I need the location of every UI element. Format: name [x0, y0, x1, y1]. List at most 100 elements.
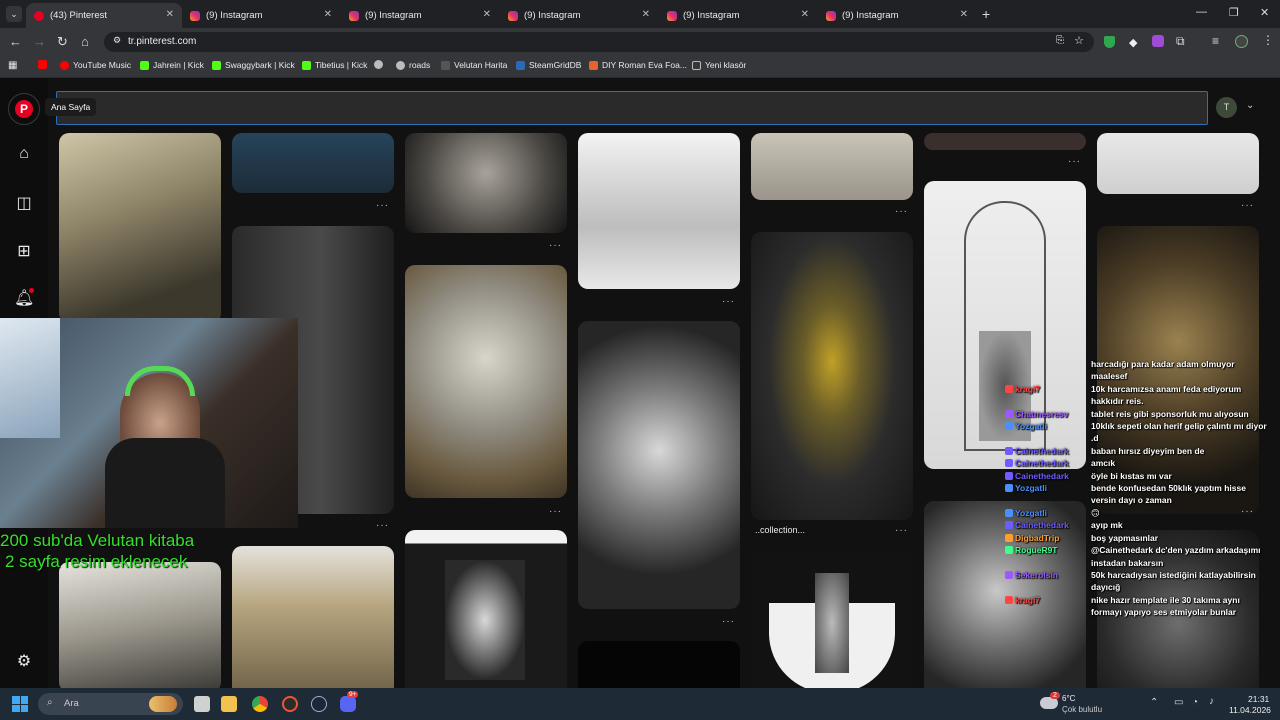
bookmark-youtube-music[interactable]: YouTube Music	[60, 60, 131, 70]
volume-icon[interactable]: ♪	[1209, 696, 1214, 707]
pin-more-icon[interactable]: ···	[722, 296, 735, 307]
pin-more-icon[interactable]: ···	[1241, 200, 1254, 211]
wifi-icon[interactable]: ◔	[1192, 697, 1198, 708]
bookmark-tibetius-kick[interactable]: Tibetius | Kick	[302, 60, 367, 70]
pin-more-icon[interactable]: ···	[895, 525, 908, 536]
pin-dark-top-6[interactable]	[924, 133, 1086, 150]
close-icon[interactable]: ✕	[642, 9, 650, 20]
pin-more-icon[interactable]: ···	[376, 200, 389, 211]
bookmark-youtube-icon[interactable]	[38, 60, 47, 69]
settings-gear-icon[interactable]: ⚙	[14, 651, 34, 671]
adblock-shield-icon[interactable]	[1104, 36, 1115, 48]
app-icon[interactable]	[282, 696, 298, 712]
pin-skeleton-statue[interactable]	[59, 133, 221, 323]
url-input[interactable]: ⚙ tr.pinterest.com ⎘ ☆	[104, 32, 1094, 52]
install-app-icon[interactable]: ⎘	[1056, 35, 1064, 46]
user-avatar[interactable]: T	[1216, 97, 1237, 118]
new-tab-icon[interactable]: +	[982, 6, 990, 22]
explore-icon[interactable]: ◫	[14, 193, 34, 213]
tab-pinterest[interactable]: (43) Pinterest ✕	[26, 3, 182, 28]
chat-username: Sekerolsin	[1005, 569, 1058, 581]
chat-badge-icon	[1005, 595, 1013, 604]
close-icon[interactable]: ✕	[801, 9, 809, 20]
monitor-icon[interactable]: ▭	[1174, 697, 1183, 708]
create-pin-icon[interactable]: ⊞	[14, 241, 34, 261]
discord-icon[interactable]	[340, 696, 356, 712]
minimize-icon[interactable]: —	[1196, 6, 1207, 18]
pin-more-icon[interactable]: ···	[549, 240, 562, 251]
bookmark-diy-roman[interactable]: DIY Roman Eva Foa...	[589, 60, 687, 70]
bookmark-velutan-harita[interactable]: Velutan Harita	[441, 60, 507, 70]
clock-date[interactable]: 11.04.2026	[1229, 705, 1271, 715]
close-icon[interactable]: ✕	[960, 9, 968, 20]
forward-arrow-icon[interactable]: →	[33, 34, 46, 49]
pin-skull-helmet-drawing[interactable]	[59, 562, 221, 688]
account-chevron-down-icon[interactable]: ⌄	[1246, 100, 1254, 111]
pin-more-icon[interactable]: ···	[376, 520, 389, 531]
maximize-icon[interactable]: ❐	[1229, 6, 1239, 19]
pin-more-icon[interactable]: ···	[549, 506, 562, 517]
clock-time[interactable]: 21:31	[1248, 694, 1269, 704]
taskbar-search-input[interactable]: ⌕ Ara	[38, 693, 183, 715]
close-icon[interactable]: ✕	[166, 9, 174, 20]
chevron-up-icon[interactable]: ⌃	[1150, 697, 1158, 708]
pin-hooded-skull[interactable]	[751, 232, 913, 520]
site-info-icon[interactable]: ⚙	[113, 35, 121, 46]
steam-icon[interactable]	[311, 696, 327, 712]
task-view-icon[interactable]	[194, 696, 210, 712]
pin-knight-sketch[interactable]	[578, 133, 740, 289]
pin-crowned-king[interactable]	[578, 321, 740, 609]
tab-search-button[interactable]: ⌄	[6, 6, 22, 22]
bookmark-jahrein-kick[interactable]: Jahrein | Kick	[140, 60, 204, 70]
bookmark-steamgriddb[interactable]: SteamGridDB	[516, 60, 581, 70]
bookmark-folder-yeni-klasor[interactable]: Yeni klasör	[692, 60, 746, 70]
profile-avatar-icon[interactable]	[1235, 35, 1248, 48]
bookmark-globe[interactable]	[374, 60, 383, 69]
pin-gauntlet-emblem[interactable]	[751, 553, 913, 688]
search-input[interactable]: a	[56, 91, 1208, 125]
extension-purple-icon[interactable]	[1152, 35, 1164, 47]
tab-instagram[interactable]: (9) Instagram ✕	[182, 3, 340, 28]
pin-more-icon[interactable]: ···	[722, 616, 735, 627]
notifications-bell-icon[interactable]: 🔔︎	[14, 288, 34, 308]
stream-chat-overlay: harcadığı para kadar adam olmuyor maalese…	[1005, 358, 1280, 619]
pin-knight-woodcut[interactable]	[405, 530, 567, 688]
extensions-puzzle-icon[interactable]: ⧉	[1176, 34, 1185, 49]
back-arrow-icon[interactable]: ←	[9, 34, 22, 49]
wall-painting	[0, 318, 60, 438]
home-icon[interactable]: ⌂	[81, 34, 89, 49]
windows-start-icon[interactable]	[12, 696, 28, 712]
window-close-icon[interactable]: ✕	[1260, 6, 1269, 19]
pin-gasmask-sculpture[interactable]	[232, 546, 394, 688]
pin-green-creature[interactable]	[1097, 133, 1259, 194]
pin-sketch-figure[interactable]	[751, 133, 913, 200]
bookmark-swaggybark-kick[interactable]: Swaggybark | Kick	[212, 60, 295, 70]
tab-instagram[interactable]: (9) Instagram ✕	[500, 3, 658, 28]
close-icon[interactable]: ✕	[483, 9, 491, 20]
pin-skull-helmet-sculpture[interactable]	[405, 265, 567, 498]
pin-black-image[interactable]	[578, 641, 740, 688]
reading-list-icon[interactable]: ≡	[1212, 34, 1219, 48]
pin-metal-skull[interactable]	[405, 133, 567, 233]
kick-icon	[302, 60, 311, 70]
bookmark-roads[interactable]: roads	[396, 60, 430, 70]
instagram-favicon-icon	[349, 10, 359, 21]
reload-icon[interactable]: ↻	[57, 34, 68, 50]
extension-diamond-icon[interactable]: ◆	[1129, 36, 1137, 49]
close-icon[interactable]: ✕	[324, 9, 332, 20]
menu-dots-icon[interactable]: ⋮	[1262, 33, 1274, 47]
tab-instagram[interactable]: (9) Instagram ✕	[341, 3, 499, 28]
tab-instagram[interactable]: (9) Instagram ✕	[818, 3, 976, 28]
chrome-icon[interactable]	[252, 696, 268, 712]
tab-title: (9) Instagram	[206, 10, 263, 21]
pinterest-logo-icon[interactable]: P	[8, 93, 40, 125]
pin-more-icon[interactable]: ···	[895, 206, 908, 217]
tab-instagram[interactable]: (9) Instagram ✕	[659, 3, 817, 28]
pin-blue-relief[interactable]	[232, 133, 394, 193]
file-explorer-icon[interactable]	[221, 696, 237, 712]
youtube-music-icon	[60, 60, 69, 70]
pin-more-icon[interactable]: ···	[1068, 156, 1081, 167]
bookmark-star-icon[interactable]: ☆	[1074, 34, 1084, 47]
home-icon[interactable]: ⌂	[14, 145, 34, 165]
apps-grid-icon[interactable]: ▦	[8, 60, 17, 71]
